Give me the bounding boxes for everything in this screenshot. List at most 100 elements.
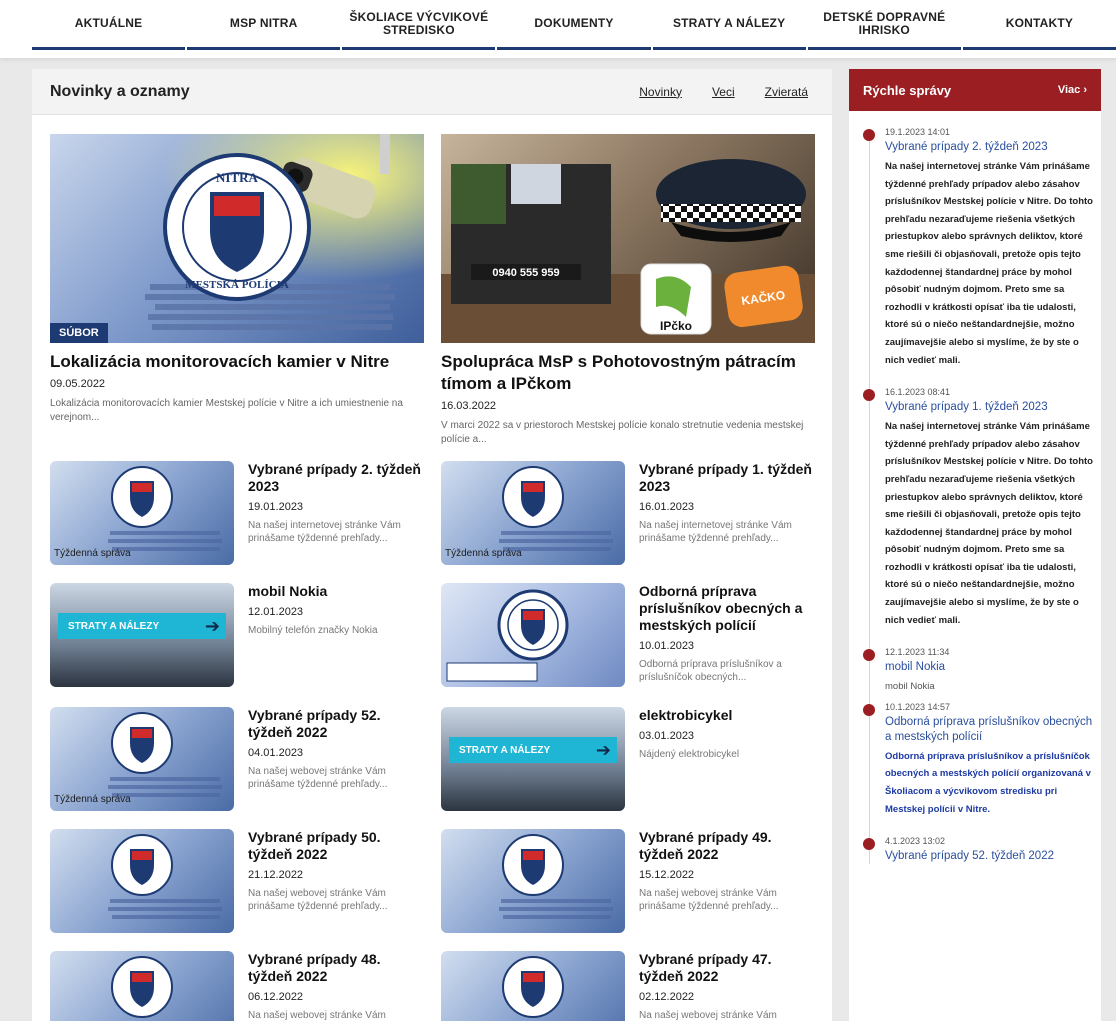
- news-card-date: 19.01.2023: [248, 501, 304, 513]
- timeline-text: mobil Nokia: [885, 681, 935, 693]
- top-navigation: AKTUÁLNE MSP NITRA ŠKOLIACE VÝCVIKOVÉ ST…: [0, 0, 1116, 58]
- police-emblem: NITRA MESTSKÁ POLÍCIA: [163, 153, 311, 301]
- nav-item-detske-ihrisko[interactable]: DETSKÉ DOPRAVNÉ IHRISKO: [807, 0, 961, 50]
- news-card[interactable]: Týždenná správa Vybrané prípady 2. týžde…: [50, 461, 424, 579]
- timeline-dot-icon: [863, 389, 875, 402]
- filter-link-novinky[interactable]: Novinky: [639, 85, 682, 99]
- news-card-body: Vybrané prípady 48. týždeň 2022 06.12.20…: [248, 951, 424, 1021]
- news-card[interactable]: Odborná príprava príslušníkov obecných a…: [441, 583, 815, 715]
- weekly-report-image: [499, 834, 613, 919]
- news-card-title[interactable]: Vybrané prípady 52. týždeň 2022: [248, 707, 424, 741]
- news-card-desc: Na našej webovej stránke Vám: [639, 1010, 777, 1021]
- nav-item-aktualne[interactable]: AKTUÁLNE: [32, 0, 186, 50]
- news-card-desc: Na našej webovej stránke Vám prinášame t…: [248, 766, 388, 790]
- timeline-item: 12.1.2023 11:34 mobil Nokia mobil Nokia: [863, 647, 1093, 696]
- news-card[interactable]: Vybrané prípady 48. týždeň 2022 06.12.20…: [50, 951, 424, 1021]
- featured-article[interactable]: 0940 555 959 IPčko KAČKO Spolupráca MsP …: [441, 134, 815, 447]
- lost-found-banner: STRATY A NÁLEZY ➔: [58, 613, 226, 639]
- news-card-desc: Nájdený elektrobicykel: [639, 749, 740, 760]
- lost-found-label: STRATY A NÁLEZY: [459, 744, 551, 756]
- nav-item-skoliace-stredisko[interactable]: ŠKOLIACE VÝCVIKOVÉ STREDISKO: [342, 0, 496, 50]
- news-card-date: 02.12.2022: [639, 991, 695, 1003]
- news-card-title[interactable]: Odborná príprava príslušníkov obecných a…: [639, 583, 815, 634]
- nav-item-msp-nitra[interactable]: MSP NITRA: [187, 0, 341, 50]
- news-card[interactable]: STRATY A NÁLEZY ➔ elektrobicykel 03.01.2…: [441, 707, 815, 825]
- timeline-text: Na našej internetovej stránke Vám prináš…: [885, 161, 1093, 366]
- news-card-title[interactable]: elektrobicykel: [639, 707, 815, 724]
- timeline-title[interactable]: Vybrané prípady 1. týždeň 2023: [885, 400, 1093, 415]
- timeline-title[interactable]: mobil Nokia: [885, 660, 1093, 675]
- nav-item-dokumenty[interactable]: DOKUMENTY: [497, 0, 651, 50]
- news-thumbnail[interactable]: [441, 829, 625, 933]
- featured-desc: Lokalizácia monitorovacích kamier Mestsk…: [50, 398, 403, 423]
- news-card[interactable]: Vybrané prípady 49. týždeň 2022 15.12.20…: [441, 829, 815, 947]
- promo-ipcko: IPčko: [660, 319, 692, 333]
- news-card-title[interactable]: mobil Nokia: [248, 583, 424, 600]
- news-card[interactable]: STRATY A NÁLEZY ➔ mobil Nokia 12.01.2023…: [50, 583, 424, 701]
- featured-title[interactable]: Spolupráca MsP s Pohotovostným pátracím …: [441, 351, 815, 395]
- promo-phone: 0940 555 959: [492, 267, 559, 279]
- news-thumbnail[interactable]: [50, 951, 234, 1021]
- quick-news-more-link[interactable]: Viac ›: [1058, 84, 1087, 96]
- featured-article[interactable]: NITRA MESTSKÁ POLÍCIA SÚBOR Lokalizácia …: [50, 134, 424, 447]
- news-card-title[interactable]: Vybrané prípady 1. týždeň 2023: [639, 461, 815, 495]
- emblem-bottom-text: MESTSKÁ POLÍCIA: [185, 279, 289, 291]
- news-card-desc: Mobilný telefón značky Nokia: [248, 625, 378, 636]
- news-card-title[interactable]: Vybrané prípady 50. týždeň 2022: [248, 829, 424, 863]
- nav-list: AKTUÁLNE MSP NITRA ŠKOLIACE VÝCVIKOVÉ ST…: [0, 0, 1116, 50]
- timeline-item: 19.1.2023 14:01 Vybrané prípady 2. týžde…: [863, 127, 1093, 369]
- timeline-title[interactable]: Odborná príprava príslušníkov obecných a…: [885, 715, 1093, 745]
- timeline-title[interactable]: Vybrané prípady 2. týždeň 2023: [885, 140, 1093, 155]
- featured-title[interactable]: Lokalizácia monitorovacích kamier v Nitr…: [50, 351, 424, 373]
- news-card[interactable]: Vybrané prípady 47. týždeň 2022 02.12.20…: [441, 951, 815, 1021]
- news-card-body: Vybrané prípady 49. týždeň 2022 15.12.20…: [639, 829, 815, 913]
- news-card-desc: Na našej webovej stránke Vám prinášame t…: [248, 888, 388, 912]
- news-thumbnail[interactable]: [441, 583, 625, 687]
- news-card-body: Vybrané prípady 52. týždeň 2022 04.01.20…: [248, 707, 424, 791]
- nav-item-kontakty[interactable]: KONTAKTY: [962, 0, 1116, 50]
- news-thumbnail[interactable]: Týždenná správa: [50, 461, 234, 565]
- news-card-desc: Odborná príprava príslušníkov a príslušn…: [639, 659, 782, 683]
- news-card-desc: Na našej internetovej stránke Vám prináš…: [639, 520, 792, 544]
- news-card-title[interactable]: Vybrané prípady 2. týždeň 2023: [248, 461, 424, 495]
- news-thumbnail[interactable]: [50, 829, 234, 933]
- weekly-report-image: [111, 956, 173, 1018]
- news-card-date: 10.01.2023: [639, 640, 695, 652]
- news-thumbnail[interactable]: STRATY A NÁLEZY ➔: [441, 707, 625, 811]
- news-card-date: 16.01.2023: [639, 501, 695, 513]
- news-card-title[interactable]: Vybrané prípady 48. týždeň 2022: [248, 951, 424, 985]
- news-card-date: 12.01.2023: [248, 606, 304, 618]
- news-card-title[interactable]: Vybrané prípady 49. týždeň 2022: [639, 829, 815, 863]
- timeline-time: 12.1.2023 11:34: [885, 647, 950, 658]
- featured-image-cooperation[interactable]: 0940 555 959 IPčko KAČKO: [441, 134, 815, 343]
- nav-item-straty-a-nalezy[interactable]: STRATY A NÁLEZY: [652, 0, 806, 50]
- news-panel: Novinky a oznamy Novinky Veci Zvieratá N…: [32, 69, 832, 1021]
- quick-news-sidebar: Rýchle správy Viac › 19.1.2023 14:01 Vyb…: [849, 69, 1101, 1021]
- news-card[interactable]: Týždenná správa Vybrané prípady 1. týžde…: [441, 461, 815, 579]
- timeline-time: 4.1.2023 13:02: [885, 836, 946, 847]
- weekly-report-image: [502, 956, 564, 1018]
- filter-link-veci[interactable]: Veci: [712, 85, 735, 99]
- timeline-time: 19.1.2023 14:01: [885, 127, 951, 137]
- news-card[interactable]: Týždenná správa Vybrané prípady 52. týžd…: [50, 707, 424, 825]
- cooperation-illustration: 0940 555 959 IPčko KAČKO: [441, 159, 815, 343]
- news-card-date: 15.12.2022: [639, 869, 695, 881]
- news-card-body: Vybrané prípady 50. týždeň 2022 21.12.20…: [248, 829, 424, 913]
- timeline-title[interactable]: Vybrané prípady 52. týždeň 2022: [885, 849, 1093, 864]
- news-card[interactable]: Vybrané prípady 50. týždeň 2022 21.12.20…: [50, 829, 424, 947]
- filter-link-zvierata[interactable]: Zvieratá: [765, 85, 808, 99]
- news-card-desc: Na našej webovej stránke Vám prinášame t…: [639, 888, 779, 912]
- featured-image-camera[interactable]: NITRA MESTSKÁ POLÍCIA SÚBOR: [50, 134, 424, 343]
- weekly-report-image: [108, 834, 222, 919]
- timeline-item: 16.1.2023 08:41 Vybrané prípady 1. týžde…: [863, 387, 1093, 629]
- news-thumbnail[interactable]: STRATY A NÁLEZY ➔: [50, 583, 234, 687]
- news-thumbnail[interactable]: Týždenná správa: [441, 461, 625, 565]
- featured-date: 09.05.2022: [50, 378, 106, 390]
- timeline-text[interactable]: Odborná príprava príslušníkov a príslušn…: [885, 748, 1093, 818]
- news-thumbnail[interactable]: Týždenná správa: [50, 707, 234, 811]
- timeline-item: 4.1.2023 13:02 Vybrané prípady 52. týžde…: [863, 836, 1093, 864]
- news-thumbnail[interactable]: [441, 951, 625, 1021]
- news-card-title[interactable]: Vybrané prípady 47. týždeň 2022: [639, 951, 815, 985]
- news-filter-links: Novinky Veci Zvieratá: [639, 85, 808, 99]
- news-card-body: Vybrané prípady 1. týždeň 2023 16.01.202…: [639, 461, 815, 545]
